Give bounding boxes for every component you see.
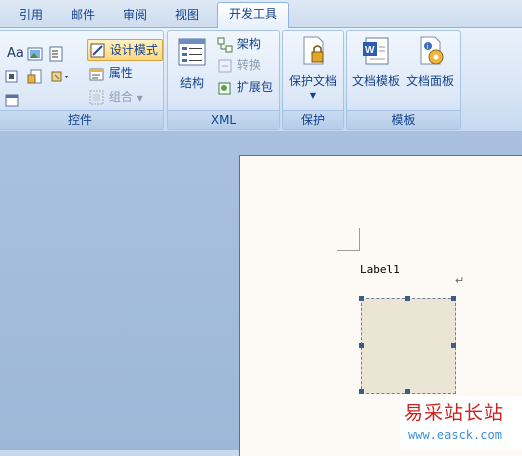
svg-text:W: W (365, 45, 375, 56)
watermark-title: 易采站长站 (404, 402, 505, 424)
transform-label: 转换 (236, 58, 261, 72)
structure-button[interactable]: 结构 (174, 37, 210, 91)
group-protect: 保护文档 ▼ 保护 (282, 30, 344, 130)
document-panel-icon: i (420, 36, 444, 65)
document-panel-button[interactable]: i 文档面板 (403, 35, 457, 89)
schema-button[interactable]: 架构 (217, 34, 261, 54)
structure-label: 结构 (179, 76, 204, 90)
group-xml: 结构 架构 转换 扩展包 XML (167, 30, 280, 130)
group-controls-label: 控件 (0, 110, 163, 129)
group-controls: Aa 设计模式 属性 组合 ▼ 控件 (0, 30, 164, 130)
picture-control-button[interactable] (27, 43, 43, 63)
design-mode-label: 设计模式 (109, 43, 158, 57)
group-templates-label: 模板 (347, 110, 460, 129)
paragraph-mark: ↵ (455, 274, 465, 287)
checkbox-control-button[interactable] (5, 66, 19, 86)
checkbox-icon (5, 70, 18, 82)
tab-developer[interactable]: 开发工具 (217, 2, 289, 28)
resize-handle-top-right[interactable] (451, 296, 456, 301)
legacy-tools-icon (51, 71, 68, 81)
tab-mailings[interactable]: 邮件 (68, 6, 98, 24)
ribbon: Aa 设计模式 属性 组合 ▼ 控件 结构 架构 转换 扩展包 XML 保护文档… (0, 28, 522, 131)
building-block-icon (27, 69, 42, 83)
group-protect-label: 保护 (283, 110, 343, 129)
combo-box-icon (49, 46, 63, 61)
resize-handle-top[interactable] (405, 296, 410, 301)
document-template-icon: W (363, 37, 389, 65)
picture-icon (27, 47, 43, 60)
group-button[interactable]: 组合 ▼ (89, 87, 143, 107)
resize-handle-left[interactable] (359, 343, 364, 348)
label-control[interactable]: Label1 (360, 263, 400, 276)
resize-handle-right[interactable] (451, 343, 456, 348)
watermark-url: www.easck.com (408, 428, 502, 442)
chevron-down-icon: ▼ (136, 94, 143, 103)
rich-text-control-button[interactable]: Aa (7, 43, 24, 63)
chevron-down-icon: ▼ (309, 91, 317, 100)
resize-handle-top-left[interactable] (359, 296, 364, 301)
schema-icon (217, 37, 233, 52)
document-template-label: 文档模板 (351, 74, 400, 88)
group-icon (89, 90, 104, 104)
expansion-pack-label: 扩展包 (236, 80, 273, 94)
schema-label: 架构 (236, 37, 261, 51)
building-block-button[interactable] (27, 66, 43, 86)
protect-document-label: 保护文档 (288, 74, 337, 88)
ribbon-tab-bar: 引用 邮件 审阅 视图 开发工具 (0, 0, 522, 28)
resize-handle-bottom-left[interactable] (359, 389, 364, 394)
document-panel-label: 文档面板 (405, 74, 454, 88)
resize-handle-bottom[interactable] (405, 389, 410, 394)
protect-document-button[interactable]: 保护文档 ▼ (286, 35, 340, 100)
image-control[interactable] (359, 296, 456, 394)
properties-icon (89, 68, 104, 80)
tab-references[interactable]: 引用 (16, 6, 46, 24)
group-templates: W 文档模板 i 文档面板 模板 (346, 30, 461, 130)
group-xml-label: XML (168, 110, 279, 129)
design-mode-button[interactable]: 设计模式 (87, 39, 163, 61)
expansion-pack-button[interactable]: 扩展包 (217, 77, 273, 97)
properties-button[interactable]: 属性 (89, 63, 133, 83)
tab-review[interactable]: 审阅 (120, 6, 150, 24)
transform-icon (218, 59, 232, 72)
properties-label: 属性 (108, 66, 133, 80)
protect-document-icon (303, 36, 324, 65)
rich-text-icon: Aa (7, 46, 24, 61)
group-label: 组合 (108, 90, 133, 104)
expansion-pack-icon (218, 82, 231, 94)
transform-button[interactable]: 转换 (217, 55, 261, 75)
design-mode-icon (90, 43, 105, 57)
structure-icon (178, 38, 206, 66)
combo-box-control-button[interactable] (49, 43, 63, 63)
legacy-tools-button[interactable] (49, 66, 71, 86)
document-template-button[interactable]: W 文档模板 (349, 35, 403, 89)
date-picker-control-button[interactable] (5, 89, 19, 109)
date-picker-icon (5, 94, 19, 106)
tab-view[interactable]: 视图 (172, 6, 202, 24)
margin-corner-mark (337, 228, 360, 251)
